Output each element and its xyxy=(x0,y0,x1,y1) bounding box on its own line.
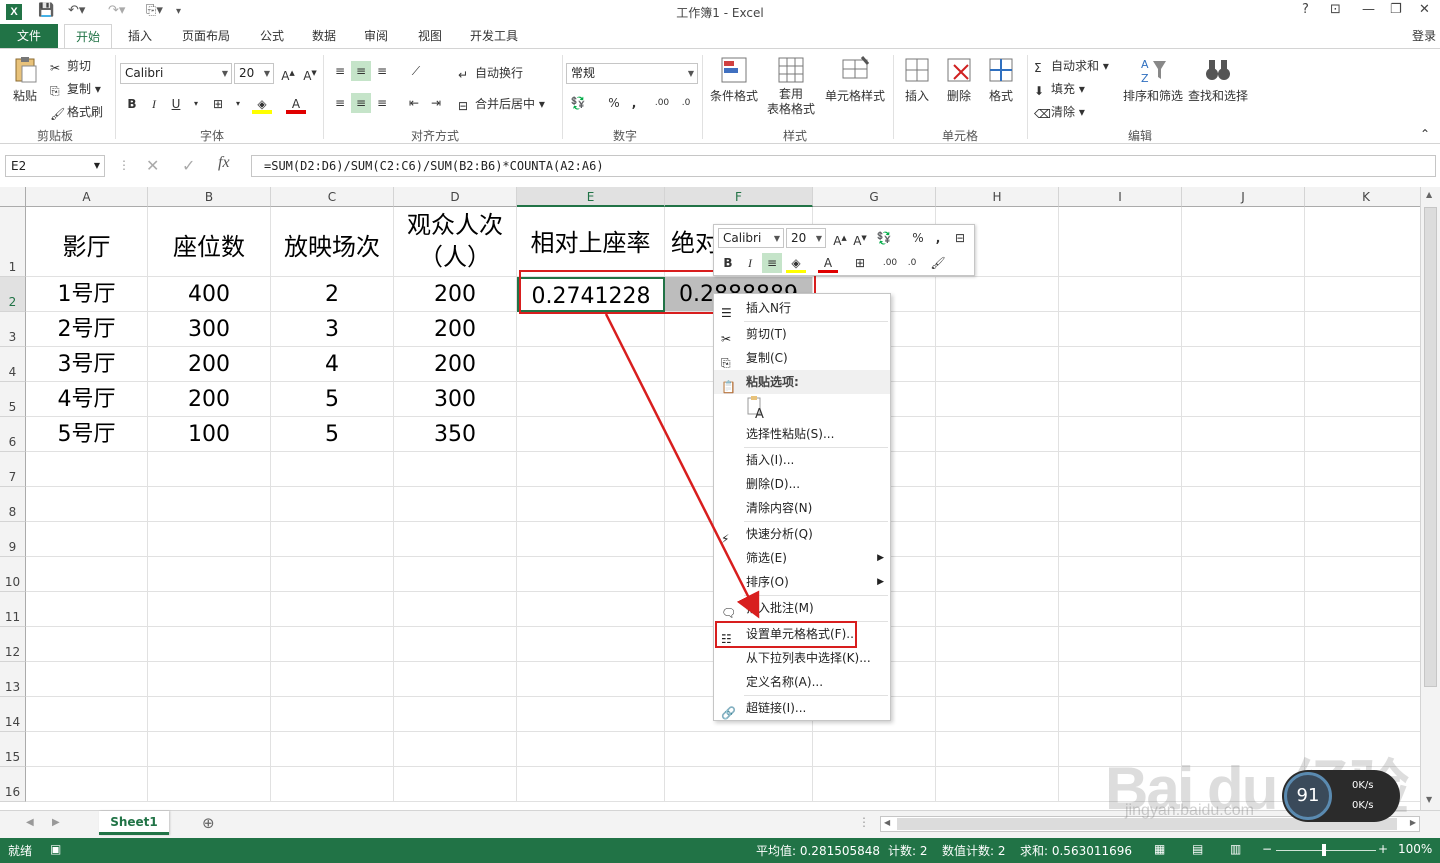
macro-record-icon[interactable]: ▣ xyxy=(50,842,61,856)
next-sheet-icon[interactable]: ▶ xyxy=(52,817,60,828)
normal-view-icon[interactable]: ▦ xyxy=(1154,842,1165,856)
page-layout-view-icon[interactable]: ▤ xyxy=(1192,842,1203,856)
status-bar: 就绪 ▣ 平均值: 0.281505848 计数: 2 数值计数: 2 求和: … xyxy=(0,838,1440,863)
zoom-level[interactable]: 100% xyxy=(1398,842,1432,856)
status-average: 平均值: 0.281505848 xyxy=(756,844,881,858)
status-numeric-count: 数值计数: 2 xyxy=(942,844,1006,858)
zoom-out-icon[interactable]: − xyxy=(1262,842,1272,856)
sheet-menu-icon: ⋮ xyxy=(858,815,870,829)
page-break-view-icon[interactable]: ▥ xyxy=(1230,842,1241,856)
speed-up: 0K/s xyxy=(1352,780,1374,791)
annotation-arrow xyxy=(604,313,760,619)
status-count: 计数: 2 xyxy=(888,844,928,858)
add-sheet-icon[interactable]: ⊕ xyxy=(202,814,215,832)
zoom-in-icon[interactable]: + xyxy=(1378,842,1388,856)
zoom-slider-thumb[interactable] xyxy=(1322,844,1326,856)
speed-down: 0K/s xyxy=(1352,800,1374,811)
zoom-slider[interactable] xyxy=(1276,850,1376,851)
network-speed-widget: 91 0K/s 0K/s xyxy=(1282,770,1400,822)
sheet-tab-sheet1[interactable]: Sheet1 xyxy=(99,811,169,835)
status-sum: 求和: 0.563011696 xyxy=(1020,844,1133,858)
speed-percent: 91 xyxy=(1284,772,1332,820)
scroll-right-icon[interactable]: ▶ xyxy=(1410,818,1416,827)
scroll-left-icon[interactable]: ◀ xyxy=(884,818,890,827)
prev-sheet-icon[interactable]: ◀ xyxy=(26,817,34,828)
status-ready: 就绪 xyxy=(8,844,33,858)
baidu-watermark-url: jingyan.baidu.com xyxy=(1125,802,1254,819)
